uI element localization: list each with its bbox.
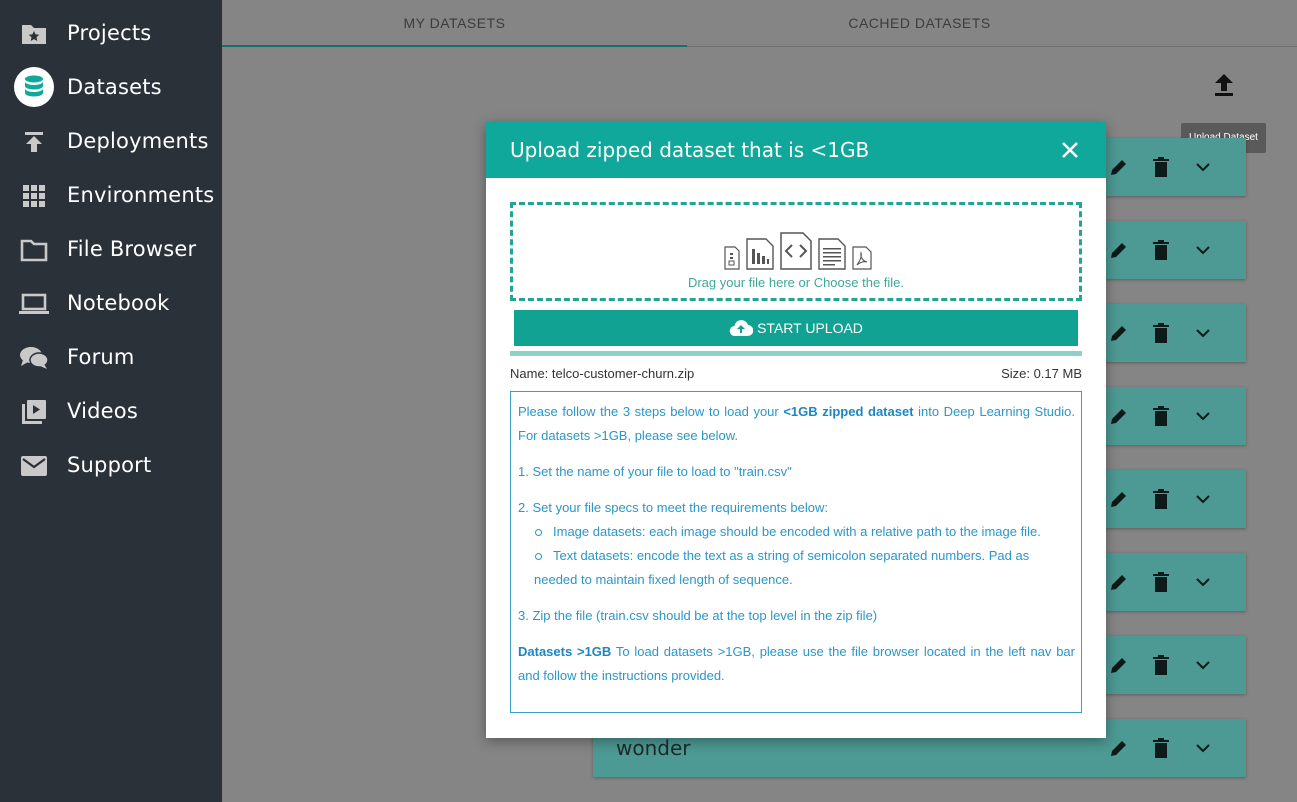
- instructions-step-3: 3. Zip the file (train.csv should be at …: [518, 608, 878, 623]
- instructions-large-datasets: Datasets >1GB To load datasets >1GB, ple…: [518, 644, 1075, 683]
- instructions-bullet: Text datasets: encode the text as a stri…: [518, 544, 1075, 568]
- upload-dataset-button[interactable]: [1210, 70, 1238, 100]
- laptop-icon: [16, 287, 52, 321]
- file-dropzone[interactable]: Drag your file here or Choose the file.: [510, 202, 1082, 301]
- instructions-bullet: Image datasets: each image should be enc…: [518, 520, 1075, 544]
- delete-icon[interactable]: [1140, 728, 1182, 768]
- sidebar-item-label: Notebook: [67, 291, 170, 315]
- chevron-down-icon[interactable]: [1182, 230, 1224, 270]
- sidebar-item-label: Forum: [67, 345, 135, 369]
- close-button[interactable]: [1058, 138, 1082, 162]
- instructions-step-1: 1. Set the name of your file to load to …: [518, 464, 792, 479]
- start-upload-label: START UPLOAD: [757, 320, 863, 336]
- chevron-down-icon[interactable]: [1182, 396, 1224, 436]
- modal-header: Upload zipped dataset that is <1GB: [486, 122, 1106, 178]
- sidebar-item-label: Videos: [67, 399, 138, 423]
- chevron-down-icon[interactable]: [1182, 562, 1224, 602]
- start-upload-button[interactable]: START UPLOAD: [514, 310, 1078, 346]
- chevron-down-icon[interactable]: [1182, 147, 1224, 187]
- tab-cached-datasets[interactable]: CACHED DATASETS: [687, 0, 1152, 47]
- sidebar-item-label: Support: [67, 453, 152, 477]
- folder-star-icon: [16, 17, 52, 51]
- pdf-file-icon: [852, 246, 872, 270]
- sidebar-item-projects[interactable]: Projects: [0, 6, 222, 60]
- tab-my-datasets[interactable]: MY DATASETS: [222, 0, 687, 47]
- file-type-icons: [723, 231, 873, 271]
- tab-bar: MY DATASETS CACHED DATASETS: [222, 0, 1297, 47]
- modal-title: Upload zipped dataset that is <1GB: [510, 138, 870, 162]
- sidebar-item-forum[interactable]: Forum: [0, 330, 222, 384]
- sidebar-item-label: Environments: [67, 183, 215, 207]
- close-icon: [1062, 142, 1078, 158]
- text-file-icon: [818, 238, 846, 270]
- chevron-down-icon[interactable]: [1182, 313, 1224, 353]
- sidebar-item-file-browser[interactable]: File Browser: [0, 222, 222, 276]
- sidebar-item-notebook[interactable]: Notebook: [0, 276, 222, 330]
- sidebar-item-videos[interactable]: Videos: [0, 384, 222, 438]
- dropzone-text: Drag your file here or Choose the file.: [687, 275, 905, 290]
- upload-arrow-icon: [16, 125, 52, 159]
- zip-file-icon: [724, 246, 740, 270]
- chart-file-icon: [746, 238, 774, 270]
- upload-modal: Upload zipped dataset that is <1GB Drag …: [486, 122, 1106, 738]
- delete-icon[interactable]: [1140, 313, 1182, 353]
- sidebar-item-label: Deployments: [67, 129, 209, 153]
- sidebar-item-support[interactable]: Support: [0, 438, 222, 492]
- folder-icon: [16, 233, 52, 267]
- file-name: Name: telco-customer-churn.zip: [510, 366, 695, 381]
- mail-icon: [16, 449, 52, 483]
- file-size: Size: 0.17 MB: [1001, 366, 1082, 381]
- upload-progress-bar: [510, 351, 1082, 356]
- sidebar-item-deployments[interactable]: Deployments: [0, 114, 222, 168]
- delete-icon[interactable]: [1140, 396, 1182, 436]
- instructions-bullets: Image datasets: each image should be enc…: [518, 520, 1075, 592]
- chevron-down-icon[interactable]: [1182, 728, 1224, 768]
- sidebar-item-label: Projects: [67, 21, 152, 45]
- instructions-step-2: 2. Set your file specs to meet the requi…: [518, 500, 828, 515]
- delete-icon[interactable]: [1140, 479, 1182, 519]
- chevron-down-icon[interactable]: [1182, 479, 1224, 519]
- sidebar-item-label: Datasets: [67, 75, 162, 99]
- sidebar: Projects Datasets Deployments Environmen…: [0, 0, 222, 802]
- delete-icon[interactable]: [1140, 147, 1182, 187]
- upload-icon: [1215, 74, 1233, 96]
- delete-icon[interactable]: [1140, 230, 1182, 270]
- sidebar-item-environments[interactable]: Environments: [0, 168, 222, 222]
- delete-icon[interactable]: [1140, 562, 1182, 602]
- upload-instructions: Please follow the 3 steps below to load …: [510, 391, 1082, 713]
- sidebar-item-label: File Browser: [67, 237, 197, 261]
- chevron-down-icon[interactable]: [1182, 645, 1224, 685]
- code-file-icon: [780, 232, 812, 270]
- instructions-intro: Please follow the 3 steps below to load …: [518, 404, 1075, 443]
- grid-icon: [16, 179, 52, 213]
- delete-icon[interactable]: [1140, 645, 1182, 685]
- instructions-bullet-continued: needed to maintain fixed length of seque…: [534, 572, 793, 587]
- chat-bubbles-icon: [16, 341, 52, 375]
- video-library-icon: [16, 395, 52, 429]
- sidebar-item-datasets[interactable]: Datasets: [0, 60, 222, 114]
- database-icon: [14, 67, 54, 107]
- cloud-upload-icon: [729, 320, 754, 337]
